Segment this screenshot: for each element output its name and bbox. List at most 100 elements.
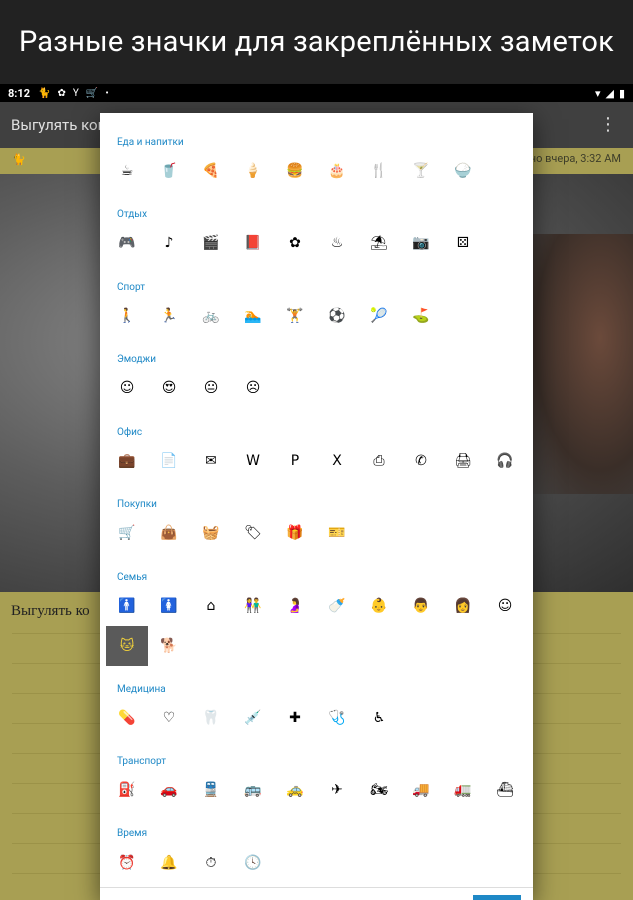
stroller-icon[interactable]: 🍼 xyxy=(316,586,358,626)
icon-row: 🚶 🏃 🚲 🏊 🏋 ⚽ 🎾 ⛳ xyxy=(106,296,442,336)
gift-icon[interactable]: 🎁 xyxy=(274,513,316,553)
note-date: но вчера, 3:32 AM xyxy=(529,152,621,165)
headset-icon[interactable]: 🎧 xyxy=(484,441,526,481)
love-face-icon[interactable]: 😍 xyxy=(148,368,190,408)
book-icon[interactable]: 📕 xyxy=(232,223,274,263)
sad-face-icon[interactable]: ☹ xyxy=(232,368,274,408)
restaurant-icon[interactable]: 🍴 xyxy=(358,151,400,191)
pizza-icon[interactable]: 🍕 xyxy=(190,151,232,191)
swimming-icon[interactable]: 🏊 xyxy=(232,296,274,336)
bell-icon[interactable]: 🔔 xyxy=(148,843,190,883)
ferry-icon[interactable]: ⛴ xyxy=(484,770,526,810)
truck-icon[interactable]: 🚚 xyxy=(400,770,442,810)
banner-title: Разные значки для закреплённых заметок xyxy=(18,25,615,59)
cart-icon[interactable]: 🛒 xyxy=(106,513,148,553)
word-icon[interactable]: W xyxy=(232,441,274,481)
flower-icon[interactable]: ✿ xyxy=(274,223,316,263)
first-aid-icon[interactable]: ✚ xyxy=(274,698,316,738)
status-time: 8:12 xyxy=(8,86,31,100)
hiking-icon[interactable]: 🚶 xyxy=(106,296,148,336)
hot-tub-icon[interactable]: ♨ xyxy=(316,223,358,263)
stethoscope-icon[interactable]: 🩺 xyxy=(316,698,358,738)
father-child-icon[interactable]: 👨 xyxy=(400,586,442,626)
powerpoint-icon[interactable]: P xyxy=(274,441,316,481)
alarm-icon[interactable]: ⏰ xyxy=(106,843,148,883)
email-icon[interactable]: ✉ xyxy=(190,441,232,481)
clock-icon[interactable]: 🕓 xyxy=(232,843,274,883)
cake-icon[interactable]: 🎂 xyxy=(316,151,358,191)
man-icon[interactable]: 🚹 xyxy=(106,586,148,626)
bike-icon[interactable]: 🚲 xyxy=(190,296,232,336)
section-label: Спорт xyxy=(117,282,146,293)
heartbeat-icon[interactable]: ♡ xyxy=(148,698,190,738)
ice-cream-icon[interactable]: 🍦 xyxy=(232,151,274,191)
overflow-menu-icon[interactable]: ⋮ xyxy=(599,114,617,135)
taxi-icon[interactable]: 🚕 xyxy=(274,770,316,810)
phone-icon[interactable]: ✆ xyxy=(400,441,442,481)
cat-icon[interactable]: 🐱 xyxy=(106,626,148,666)
dice-icon[interactable]: ⚄ xyxy=(442,223,484,263)
running-icon[interactable]: 🏃 xyxy=(148,296,190,336)
coffee-icon[interactable]: ☕ xyxy=(106,151,148,191)
beach-icon[interactable]: ⛱ xyxy=(358,223,400,263)
icon-row: 🐱 🐕 xyxy=(106,626,190,666)
tennis-icon[interactable]: 🎾 xyxy=(358,296,400,336)
icon-row: 💼 📄 ✉ W P X ⎙ ✆ 🖨 🎧 xyxy=(106,441,526,481)
soccer-icon[interactable]: ⚽ xyxy=(316,296,358,336)
mother-child-icon[interactable]: 👩 xyxy=(442,586,484,626)
tooth-icon[interactable]: 🦷 xyxy=(190,698,232,738)
rice-bowl-icon[interactable]: 🍚 xyxy=(442,151,484,191)
gas-station-icon[interactable]: ⛽ xyxy=(106,770,148,810)
icon-row: 💊 ♡ 🦷 💉 ✚ 🩺 ♿ xyxy=(106,698,400,738)
briefcase-icon[interactable]: 💼 xyxy=(106,441,148,481)
train-icon[interactable]: 🚆 xyxy=(190,770,232,810)
shopping-bag-icon[interactable]: 👜 xyxy=(148,513,190,553)
flight-icon[interactable]: ✈ xyxy=(316,770,358,810)
basket-icon[interactable]: 🧺 xyxy=(190,513,232,553)
cocktail-icon[interactable]: 🍸 xyxy=(400,151,442,191)
icon-row: 🚹 🚺 ⌂ 👫 🤰 🍼 👶 👨 👩 ☺ xyxy=(106,586,526,626)
movie-icon[interactable]: 🎬 xyxy=(190,223,232,263)
fast-food-icon[interactable]: 🍔 xyxy=(274,151,316,191)
motorcycle-icon[interactable]: 🏍 xyxy=(358,770,400,810)
bus-icon[interactable]: 🚌 xyxy=(232,770,274,810)
child-face-icon[interactable]: ☺ xyxy=(484,586,526,626)
dialog-action-button[interactable] xyxy=(473,895,521,900)
camera-icon[interactable]: 📷 xyxy=(400,223,442,263)
dog-icon[interactable]: 🐕 xyxy=(148,626,190,666)
cat-icon: 🐈 xyxy=(38,87,51,99)
syringe-icon[interactable]: 💉 xyxy=(232,698,274,738)
icon-row: ⏰ 🔔 ⏱ 🕓 xyxy=(106,843,274,883)
pregnant-icon[interactable]: 🤰 xyxy=(274,586,316,626)
dot-icon: • xyxy=(105,87,109,99)
note-badge-icon: 🐈 xyxy=(12,152,26,166)
baby-crawl-icon[interactable]: 👶 xyxy=(358,586,400,626)
couple-icon[interactable]: 👫 xyxy=(232,586,274,626)
pill-icon[interactable]: 💊 xyxy=(106,698,148,738)
gift-card-icon[interactable]: 🎫 xyxy=(316,513,358,553)
section-label: Офис xyxy=(117,427,143,438)
document-icon[interactable]: 📄 xyxy=(148,441,190,481)
drink-cup-icon[interactable]: 🥤 xyxy=(148,151,190,191)
gamepad-icon[interactable]: 🎮 xyxy=(106,223,148,263)
excel-icon[interactable]: X xyxy=(316,441,358,481)
section-label: Время xyxy=(117,828,148,839)
icon-row: 🛒 👜 🧺 🏷 🎁 🎫 xyxy=(106,513,358,553)
tow-truck-icon[interactable]: 🚛 xyxy=(442,770,484,810)
note-title[interactable]: Выгулять ко xyxy=(11,603,90,620)
smile-icon[interactable]: ☺ xyxy=(106,368,148,408)
home-heart-icon[interactable]: ⌂ xyxy=(190,586,232,626)
printer-icon[interactable]: 🖨 xyxy=(442,441,484,481)
status-bar: 8:12 🐈 ✿ Y 🛒 • ▾ ◢ ▮ xyxy=(0,84,633,102)
golf-icon[interactable]: ⛳ xyxy=(400,296,442,336)
section-label: Транспорт xyxy=(117,756,166,767)
pdf-icon[interactable]: ⎙ xyxy=(358,441,400,481)
timer-icon[interactable]: ⏱ xyxy=(190,843,232,883)
tag-icon[interactable]: 🏷 xyxy=(232,513,274,553)
wheelchair-icon[interactable]: ♿ xyxy=(358,698,400,738)
music-note-icon[interactable]: ♪ xyxy=(148,223,190,263)
neutral-face-icon[interactable]: 😐 xyxy=(190,368,232,408)
fitness-icon[interactable]: 🏋 xyxy=(274,296,316,336)
car-icon[interactable]: 🚗 xyxy=(148,770,190,810)
woman-icon[interactable]: 🚺 xyxy=(148,586,190,626)
